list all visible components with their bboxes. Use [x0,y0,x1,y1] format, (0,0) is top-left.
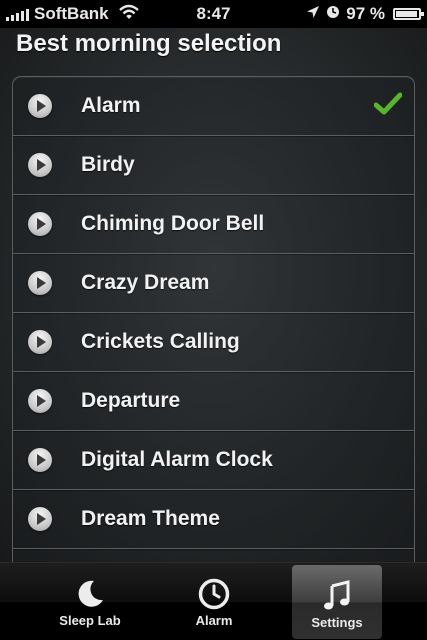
tab-sleep-lab[interactable]: Sleep Lab [45,563,135,640]
screen: SoftBank 8:47 97 % Best morning selectio… [0,0,427,640]
status-right: 97 % [306,4,424,24]
list-item[interactable]: Alarm [13,77,414,136]
tab-bar: Sleep Lab Alarm Settings [0,562,427,640]
tab-label: Settings [311,615,363,630]
list-item[interactable] [13,549,414,562]
list-item[interactable]: Dream Theme [13,490,414,549]
main-content: Best morning selection Alarm Birdy Chimi… [0,28,427,562]
list-item-label: Birdy [81,153,135,176]
tab-label: Alarm [195,613,233,628]
list-item-label: Chiming Door Bell [81,212,265,235]
list-item[interactable]: Crazy Dream [13,254,414,313]
list-item[interactable]: Crickets Calling [13,313,414,372]
play-icon[interactable] [28,271,52,295]
battery-icon [393,8,424,20]
list-item-label: Crazy Dream [81,271,210,294]
page-title: Best morning selection [16,30,282,57]
checkmark-icon [373,92,403,121]
list-item-label: Alarm [81,94,141,117]
list-item[interactable]: Digital Alarm Clock [13,431,414,490]
battery-percent: 97 % [346,4,385,23]
list-item-label: Digital Alarm Clock [81,448,273,471]
moon-icon [45,578,135,610]
tab-settings[interactable]: Settings [292,565,382,639]
list-item[interactable]: Departure [13,372,414,431]
play-icon[interactable] [28,153,52,177]
tab-label: Sleep Lab [59,613,121,628]
clock-icon [169,578,259,610]
play-icon[interactable] [28,94,52,118]
list-item-label: Crickets Calling [81,330,240,353]
play-icon[interactable] [28,212,52,236]
battery-fill [396,11,418,17]
list-item[interactable]: Birdy [13,136,414,195]
list-item[interactable]: Chiming Door Bell [13,195,414,254]
play-icon[interactable] [28,330,52,354]
list-item-label: Departure [81,389,181,412]
play-icon[interactable] [28,448,52,472]
alarm-clock-icon [326,4,340,24]
play-icon[interactable] [28,389,52,413]
tab-alarm[interactable]: Alarm [169,563,259,640]
location-arrow-icon [306,4,320,24]
list-item-label: Dream Theme [81,507,220,530]
sound-list[interactable]: Alarm Birdy Chiming Door Bell Crazy Drea… [12,76,415,562]
play-icon[interactable] [28,507,52,531]
status-bar: SoftBank 8:47 97 % [0,0,427,28]
music-note-icon [292,580,382,612]
